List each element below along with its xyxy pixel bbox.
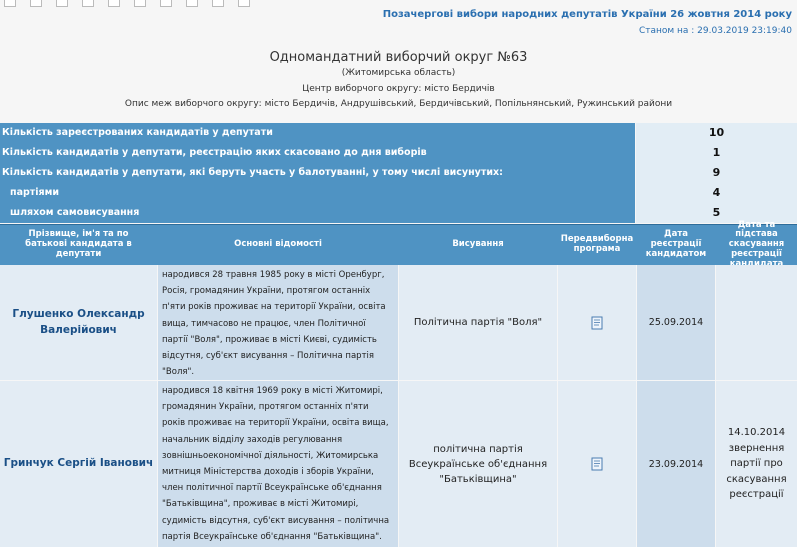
district-title: Одномандатний виборчий округ №63 — [269, 50, 528, 65]
toolbar-icon[interactable] — [4, 0, 16, 7]
header-program: Передвиборна програма — [560, 234, 634, 254]
stat-row: Кількість зареєстрованих кандидатів у де… — [0, 123, 797, 143]
header-info: Основні відомості — [234, 239, 322, 250]
table-row: Глушенко Олександр Валерійович народився… — [0, 265, 797, 380]
stat-label: Кількість кандидатів у депутати, які бер… — [0, 163, 635, 183]
candidate-info: народився 18 квітня 1969 року в місті Жи… — [158, 381, 398, 547]
toolbar-icon[interactable] — [108, 0, 120, 7]
cancellation-info: 14.10.2014 звернення партії про скасуван… — [716, 381, 797, 547]
toolbar-icon[interactable] — [134, 0, 146, 7]
stat-value: 9 — [636, 163, 797, 183]
header-name: Прізвище, ім'я та по батькові кандидата … — [25, 229, 132, 259]
toolbar-icon[interactable] — [186, 0, 198, 7]
stat-label: партіями — [0, 183, 635, 203]
program-cell — [558, 381, 636, 547]
status-timestamp: Станом на : 29.03.2019 23:19:40 — [638, 26, 792, 36]
header-nomination: Висування — [452, 239, 504, 250]
registration-date: 23.09.2014 — [637, 381, 715, 547]
candidate-name[interactable]: Глушенко Олександр Валерійович — [0, 265, 157, 380]
program-cell — [558, 265, 636, 380]
stat-value: 10 — [636, 123, 797, 143]
toolbar-icon[interactable] — [30, 0, 42, 7]
toolbar-icon[interactable] — [238, 0, 250, 7]
stat-row: Кількість кандидатів у депутати, які бер… — [0, 163, 797, 183]
stat-row: Кількість кандидатів у депутати, реєстра… — [0, 143, 797, 163]
document-icon[interactable] — [590, 457, 604, 471]
candidate-nomination: політична партія Всеукраїнське об'єднанн… — [399, 381, 557, 547]
toolbar-icon[interactable] — [160, 0, 172, 7]
document-icon[interactable] — [590, 316, 604, 330]
stat-value: 4 — [636, 183, 797, 203]
candidate-nomination: Політична партія "Воля" — [399, 265, 557, 380]
stat-value: 1 — [636, 143, 797, 163]
toolbar-icon[interactable] — [212, 0, 224, 7]
registration-date: 25.09.2014 — [637, 265, 715, 380]
top-toolbar-strip — [0, 0, 797, 8]
toolbar-icon[interactable] — [82, 0, 94, 7]
cancellation-info — [716, 265, 797, 380]
table-row: Гринчук Сергій Іванович народився 18 кві… — [0, 381, 797, 547]
stat-row: шляхом самовисування 5 — [0, 203, 797, 223]
candidates-table-header: Прізвище, ім'я та по батькові кандидата … — [0, 219, 797, 269]
election-title: Позачергові вибори народних депутатів Ук… — [382, 9, 792, 20]
stat-row: партіями 4 — [0, 183, 797, 203]
district-center: Центр виборчого округу: місто Бердичів — [302, 84, 495, 94]
district-region: (Житомирська область) — [341, 68, 456, 78]
toolbar-icon[interactable] — [56, 0, 68, 7]
candidate-name[interactable]: Гринчук Сергій Іванович — [0, 381, 157, 547]
header-cancel: Дата та підстава скасування реєстрації к… — [728, 219, 785, 269]
stat-label: Кількість зареєстрованих кандидатів у де… — [0, 123, 635, 143]
stat-label: шляхом самовисування — [0, 203, 635, 223]
candidate-info: народився 28 травня 1985 року в місті Ор… — [158, 265, 398, 380]
district-borders: Опис меж виборчого округу: місто Бердичі… — [124, 99, 673, 109]
stat-label: Кількість кандидатів у депутати, реєстра… — [0, 143, 635, 163]
candidate-stats-table: Кількість зареєстрованих кандидатів у де… — [0, 123, 797, 223]
header-reg-date: Дата реєстрації кандидатом — [645, 229, 707, 259]
